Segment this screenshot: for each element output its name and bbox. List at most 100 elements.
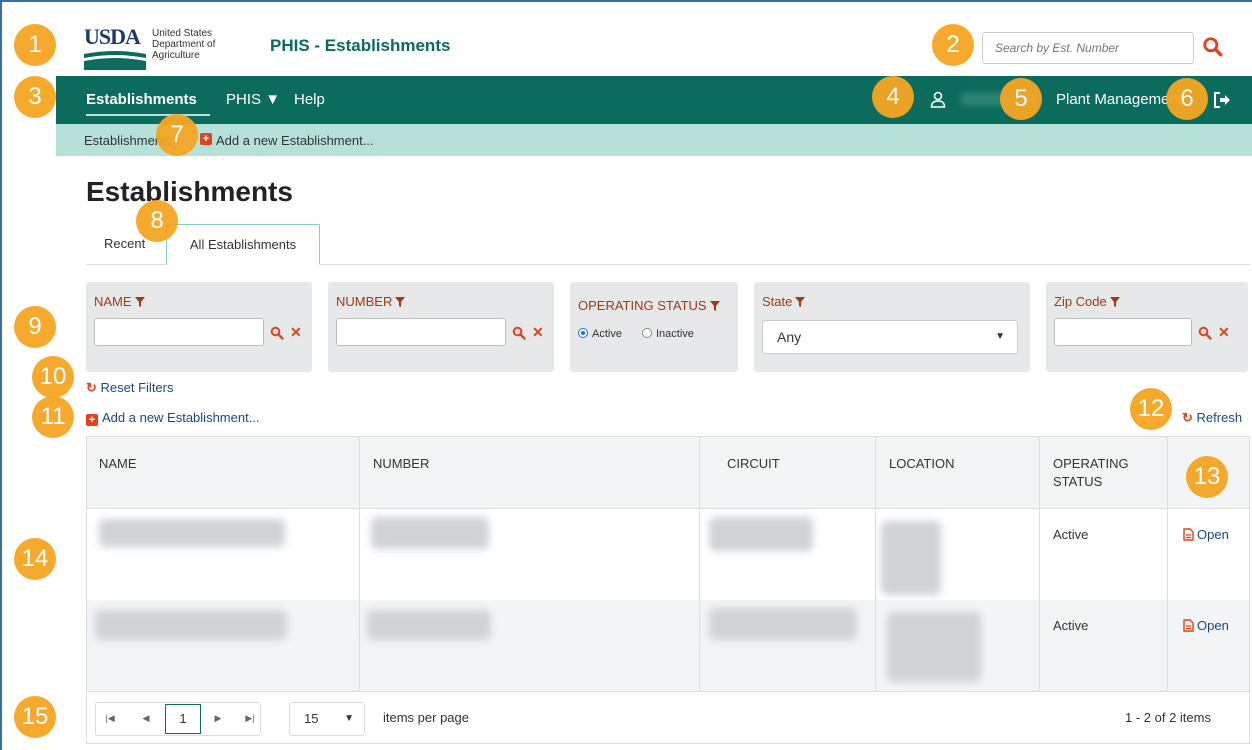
callout-12: 12 xyxy=(1130,388,1172,430)
callout-14: 14 xyxy=(14,538,56,580)
app-title[interactable]: PHIS - Establishments xyxy=(270,36,450,56)
redacted-number xyxy=(367,610,491,640)
filter-name-input[interactable] xyxy=(94,318,264,346)
open-link[interactable]: Open xyxy=(1183,527,1229,542)
state-select[interactable]: Any ▼ xyxy=(762,320,1018,354)
callout-15: 15 xyxy=(14,696,56,738)
nav-plant-management[interactable]: Plant Management xyxy=(1056,91,1182,108)
document-icon xyxy=(1183,528,1194,541)
column-header-location[interactable]: LOCATION xyxy=(889,455,955,473)
table-row: Active Open xyxy=(87,600,1249,691)
operating-status: Active xyxy=(1053,527,1089,542)
tab-recent[interactable]: Recent xyxy=(104,236,145,251)
establishments-grid: NAME NUMBER CIRCUIT LOCATION OPERATING S… xyxy=(86,436,1250,744)
logout-icon[interactable] xyxy=(1212,90,1232,110)
redacted-name xyxy=(95,610,287,640)
usda-logo-word: USDA xyxy=(84,24,141,49)
column-header-number[interactable]: NUMBER xyxy=(373,455,429,473)
callout-10: 10 xyxy=(32,356,74,398)
callout-5: 5 xyxy=(1000,78,1042,120)
filter-state-label: State xyxy=(762,294,806,309)
funnel-icon xyxy=(795,297,806,307)
usda-logo[interactable]: USDA United States Department of Agricul… xyxy=(84,24,244,72)
plus-icon: + xyxy=(86,414,98,426)
column-header-circuit[interactable]: CIRCUIT xyxy=(727,455,780,473)
redacted-circuit xyxy=(709,517,813,551)
current-page[interactable]: 1 xyxy=(165,704,201,734)
usda-logo-subtitle: United States Department of Agriculture xyxy=(152,28,216,61)
next-page-icon[interactable]: ▶ xyxy=(205,704,231,732)
filter-name-panel: NAME ✕ xyxy=(86,282,312,372)
filter-status-label: OPERATING STATUS xyxy=(578,298,720,313)
nav-phis-label: PHIS xyxy=(226,91,262,108)
redacted-number xyxy=(371,517,489,549)
clear-icon[interactable]: ✕ xyxy=(532,324,544,341)
breadcrumb: Establishments + Add a new Establishment… xyxy=(56,124,1252,156)
nav-active-indicator xyxy=(86,114,210,116)
filter-zip-panel: Zip Code ✕ xyxy=(1046,282,1248,372)
filter-number-label: NUMBER xyxy=(336,294,406,309)
search-icon[interactable] xyxy=(270,326,284,340)
reset-filters-link[interactable]: ↻ Reset Filters xyxy=(86,380,174,396)
status-radio-inactive[interactable]: Inactive xyxy=(642,328,694,340)
callout-13: 13 xyxy=(1186,456,1228,498)
page-title: Establishments xyxy=(86,176,293,207)
callout-11: 11 xyxy=(32,396,74,438)
column-divider xyxy=(1039,437,1040,691)
caret-down-icon: ▼ xyxy=(344,713,354,724)
column-header-name[interactable]: NAME xyxy=(99,455,137,473)
callout-1: 1 xyxy=(14,24,56,66)
filter-status-panel: OPERATING STATUS Active Inactive xyxy=(570,282,738,372)
caret-down-icon: ▼ xyxy=(265,91,281,108)
open-link[interactable]: Open xyxy=(1183,618,1229,633)
redacted-name xyxy=(99,519,285,547)
prev-page-icon[interactable]: ◀ xyxy=(133,704,159,732)
filter-state-panel: State Any ▼ xyxy=(754,282,1030,372)
filter-zip-input[interactable] xyxy=(1054,318,1192,346)
grid-header: NAME NUMBER CIRCUIT LOCATION OPERATING S… xyxy=(87,437,1249,509)
filter-zip-label: Zip Code xyxy=(1054,294,1120,309)
breadcrumb-add-establishment[interactable]: Add a new Establishment... xyxy=(216,133,374,148)
tab-all-establishments[interactable]: All Establishments xyxy=(166,224,320,265)
nav-help[interactable]: Help xyxy=(294,91,325,108)
nav-establishments[interactable]: Establishments xyxy=(86,91,197,108)
app-header: USDA United States Department of Agricul… xyxy=(56,20,1252,76)
callout-9: 9 xyxy=(14,306,56,348)
funnel-icon xyxy=(1109,297,1120,307)
column-divider xyxy=(699,437,700,691)
callout-7: 7 xyxy=(156,114,198,156)
callout-8: 8 xyxy=(136,200,178,242)
refresh-icon: ↻ xyxy=(1182,410,1193,425)
funnel-icon xyxy=(395,297,406,307)
add-establishment-link[interactable]: + Add a new Establishment... xyxy=(86,410,260,426)
grid-pager: |◀ ◀ 1 ▶ ▶| 15 ▼ items per page 1 - 2 of … xyxy=(87,691,1249,743)
filter-name-label: NAME xyxy=(94,294,145,309)
column-divider xyxy=(875,437,876,691)
clear-icon[interactable]: ✕ xyxy=(290,324,302,341)
status-radio-active[interactable]: Active xyxy=(578,328,622,340)
search-icon[interactable] xyxy=(1198,326,1212,340)
redacted-location xyxy=(887,612,981,682)
items-per-page-label: items per page xyxy=(383,710,469,725)
page-size-select[interactable]: 15 ▼ xyxy=(289,702,365,736)
refresh-link[interactable]: ↻ Refresh xyxy=(1182,410,1242,426)
callout-4: 4 xyxy=(872,76,914,118)
funnel-icon xyxy=(709,301,720,311)
first-page-icon[interactable]: |◀ xyxy=(97,704,123,732)
radio-empty-icon xyxy=(642,328,652,338)
clear-icon[interactable]: ✕ xyxy=(1218,324,1230,341)
pager-info: 1 - 2 of 2 items xyxy=(1125,710,1211,725)
main-navbar: Establishments PHIS ▼ Help Plant Managem… xyxy=(56,76,1252,124)
column-header-operating-status[interactable]: OPERATING STATUS xyxy=(1053,455,1149,491)
last-page-icon[interactable]: ▶| xyxy=(237,704,263,732)
user-icon[interactable] xyxy=(928,90,948,110)
callout-3: 3 xyxy=(14,76,56,118)
column-divider xyxy=(359,437,360,691)
usda-logo-mark xyxy=(84,51,146,70)
nav-phis-dropdown[interactable]: PHIS ▼ xyxy=(226,91,280,108)
filter-number-input[interactable] xyxy=(336,318,506,346)
search-icon[interactable] xyxy=(512,326,526,340)
search-icon[interactable] xyxy=(1202,36,1224,58)
est-number-search-input[interactable] xyxy=(982,32,1194,64)
caret-down-icon: ▼ xyxy=(995,331,1005,342)
